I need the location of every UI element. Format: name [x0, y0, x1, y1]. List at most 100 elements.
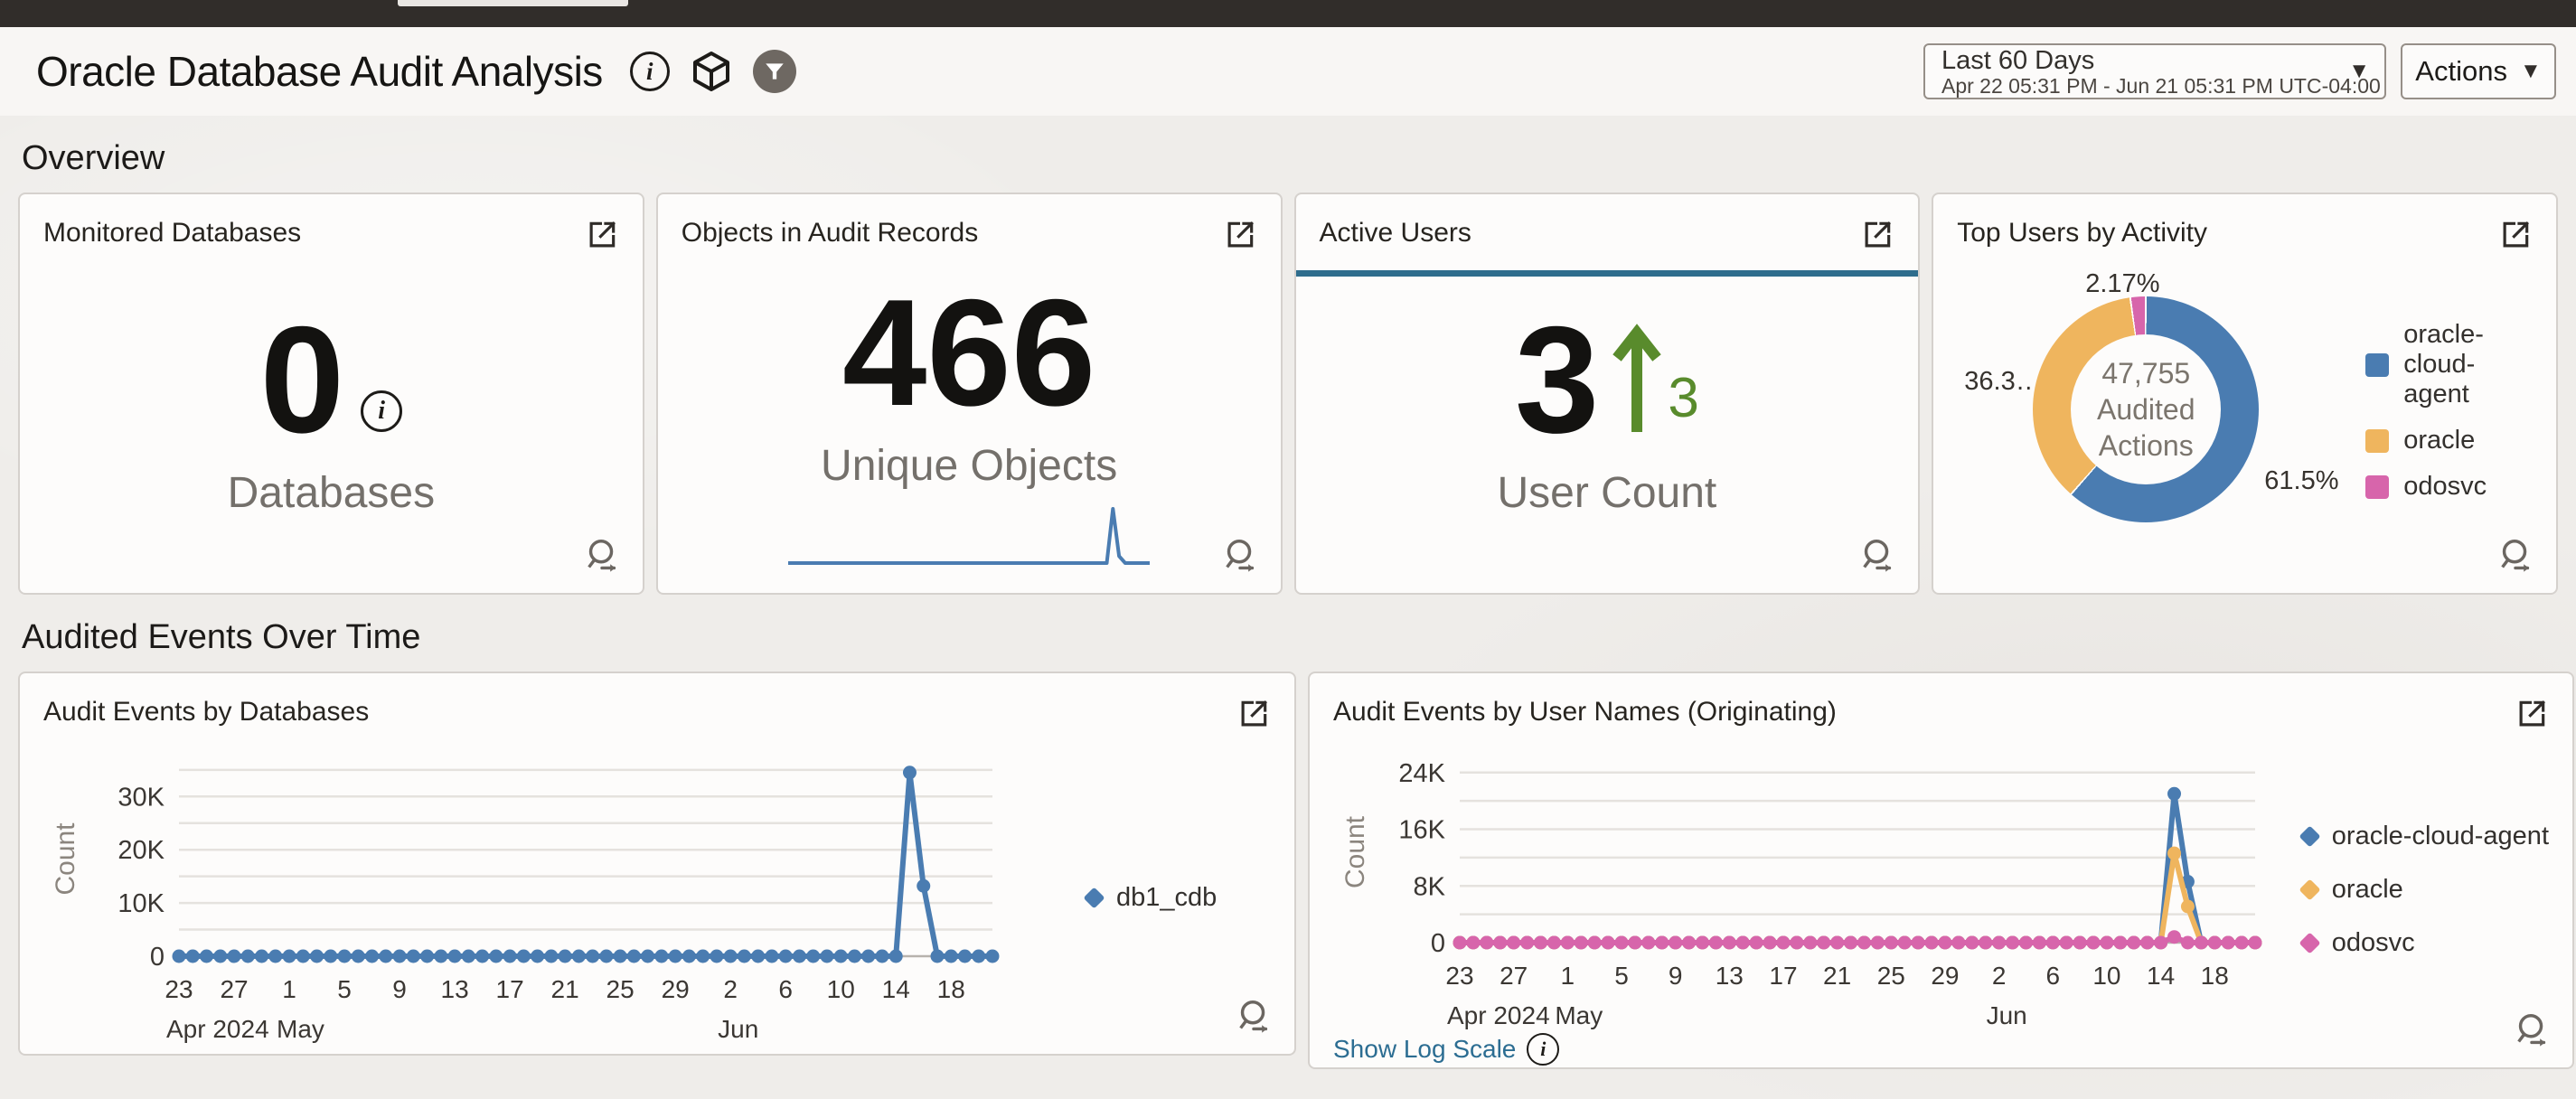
svg-text:25: 25: [1877, 962, 1905, 990]
open-in-new-tab-icon[interactable]: [1236, 697, 1271, 731]
svg-text:10K: 10K: [118, 889, 165, 918]
svg-text:18: 18: [2201, 962, 2229, 990]
browser-chrome-bar: [0, 0, 2576, 27]
legend-item-oracle[interactable]: oracle: [2302, 875, 2549, 905]
card-title: Active Users: [1320, 218, 1471, 249]
info-icon[interactable]: i: [361, 390, 402, 432]
svg-text:Apr 2024: Apr 2024: [166, 1015, 269, 1043]
legend-item-odosvc[interactable]: odosvc: [2302, 928, 2549, 958]
user-events-legend: oracle-cloud-agent oracle odosvc: [2302, 822, 2549, 958]
card-title: Audit Events by User Names (Originating): [1333, 697, 1837, 728]
slice-label-oracle-cloud-agent: 61.5%: [2264, 466, 2338, 496]
svg-text:6: 6: [778, 975, 793, 1003]
svg-text:25: 25: [606, 975, 635, 1003]
card-title: Monitored Databases: [43, 218, 301, 249]
events-charts-row: Audit Events by Databases 010K20K30KCoun…: [18, 672, 2558, 1069]
card-title: Objects in Audit Records: [682, 218, 979, 249]
svg-text:17: 17: [496, 975, 524, 1003]
svg-text:6: 6: [2045, 962, 2060, 990]
open-in-new-tab-icon[interactable]: [585, 218, 619, 252]
svg-text:8K: 8K: [1414, 872, 1446, 901]
card-monitored-databases: Monitored Databases 0 i Databases: [18, 193, 644, 595]
donut-center-value: 47,755: [2101, 355, 2190, 391]
card-title: Top Users by Activity: [1957, 218, 2207, 249]
card-audit-events-by-databases: Audit Events by Databases 010K20K30KCoun…: [18, 672, 1296, 1056]
objects-sparkline-chart[interactable]: [788, 503, 1150, 568]
card-title: Audit Events by Databases: [43, 697, 369, 728]
show-log-scale-link[interactable]: Show Log Scale: [1333, 1035, 1516, 1064]
donut-center: 47,755 Audited Actions: [2071, 334, 2221, 484]
svg-text:Apr 2024: Apr 2024: [1447, 1001, 1550, 1029]
metric-value: 0: [260, 304, 344, 456]
card-objects-in-audit-records: Objects in Audit Records 466 Unique Obje…: [656, 193, 1283, 595]
info-icon[interactable]: i: [1527, 1033, 1559, 1066]
svg-text:1: 1: [1561, 962, 1575, 990]
open-in-new-tab-icon[interactable]: [1223, 218, 1257, 252]
card-audit-events-by-user-names: Audit Events by User Names (Originating)…: [1308, 672, 2574, 1069]
chevron-down-icon: ▼: [2520, 59, 2542, 84]
legend-item-db1_cdb[interactable]: db1_cdb: [1086, 883, 1217, 913]
filter-icon[interactable]: [753, 50, 796, 93]
user-events-line-chart[interactable]: 08K16K24KCount2327159131721252926101418A…: [1333, 747, 2271, 1031]
svg-text:Jun: Jun: [718, 1015, 758, 1043]
open-in-new-tab-icon[interactable]: [1860, 218, 1894, 252]
open-in-new-tab-icon[interactable]: [2498, 218, 2533, 252]
legend-diamond-icon: [2299, 932, 2320, 953]
svg-text:Count: Count: [51, 822, 80, 896]
card-selected-accent: [1296, 270, 1919, 277]
legend-diamond-icon: [1083, 887, 1105, 908]
svg-text:14: 14: [882, 975, 910, 1003]
svg-text:13: 13: [1716, 962, 1744, 990]
donut-chart[interactable]: 2.17% 36.3… 61.5% 47,755 Audited Actions: [1970, 271, 2340, 551]
actions-button[interactable]: Actions ▼: [2401, 43, 2556, 99]
log-search-icon[interactable]: [1233, 997, 1274, 1041]
metric-subtitle: User Count: [1497, 468, 1716, 518]
svg-text:1: 1: [282, 975, 296, 1003]
section-title-overview: Overview: [22, 139, 2576, 178]
log-search-icon[interactable]: [2511, 1010, 2552, 1055]
time-range-select[interactable]: Last 60 Days Apr 22 05:31 PM - Jun 21 05…: [1923, 43, 2386, 99]
time-range-label: Last 60 Days: [1941, 46, 2348, 75]
chevron-down-icon: ▼: [2348, 59, 2370, 84]
donut-center-caption: Audited: [2097, 391, 2195, 427]
svg-text:27: 27: [1500, 962, 1528, 990]
log-search-icon[interactable]: [1857, 536, 1898, 580]
svg-text:27: 27: [220, 975, 248, 1003]
legend-item-oracle[interactable]: oracle: [2365, 426, 2533, 456]
legend-diamond-icon: [2299, 878, 2320, 900]
legend-swatch: [2365, 475, 2389, 499]
svg-text:17: 17: [1769, 962, 1797, 990]
db-events-line-chart[interactable]: 010K20K30KCount2327159131721252926101418…: [43, 747, 1056, 1047]
db-events-legend: db1_cdb: [1086, 883, 1217, 913]
svg-text:21: 21: [1823, 962, 1851, 990]
legend-diamond-icon: [2299, 825, 2320, 847]
svg-text:5: 5: [337, 975, 352, 1003]
svg-text:29: 29: [1931, 962, 1959, 990]
donut-legend: oracle-cloud-agent oracle odosvc: [2365, 320, 2533, 502]
svg-text:18: 18: [937, 975, 965, 1003]
metric-subtitle: Unique Objects: [821, 441, 1117, 491]
svg-text:10: 10: [827, 975, 855, 1003]
svg-text:2: 2: [723, 975, 738, 1003]
svg-text:14: 14: [2147, 962, 2175, 990]
legend-item-odosvc[interactable]: odosvc: [2365, 472, 2533, 502]
svg-text:21: 21: [551, 975, 579, 1003]
metric-value: 466: [842, 277, 1095, 428]
open-in-new-tab-icon[interactable]: [2515, 697, 2549, 731]
svg-text:24K: 24K: [1398, 759, 1445, 788]
dashboard-content: Overview Monitored Databases 0: [0, 116, 2576, 1099]
legend-item-oracle-cloud-agent[interactable]: oracle-cloud-agent: [2302, 822, 2549, 851]
legend-item-oracle-cloud-agent[interactable]: oracle-cloud-agent: [2365, 320, 2533, 409]
metric-delta: 3: [1668, 366, 1698, 430]
log-search-icon[interactable]: [2495, 536, 2536, 580]
svg-text:5: 5: [1614, 962, 1629, 990]
cube-icon[interactable]: [690, 50, 733, 93]
slice-label-odosvc: 2.17%: [2085, 269, 2159, 299]
svg-text:13: 13: [441, 975, 469, 1003]
title-icon-group: i: [630, 50, 796, 93]
log-search-icon[interactable]: [1219, 536, 1261, 580]
log-search-icon[interactable]: [581, 536, 623, 580]
delta-up-arrow-icon: [1612, 324, 1662, 436]
svg-text:16K: 16K: [1398, 816, 1445, 845]
info-icon[interactable]: i: [630, 52, 670, 91]
